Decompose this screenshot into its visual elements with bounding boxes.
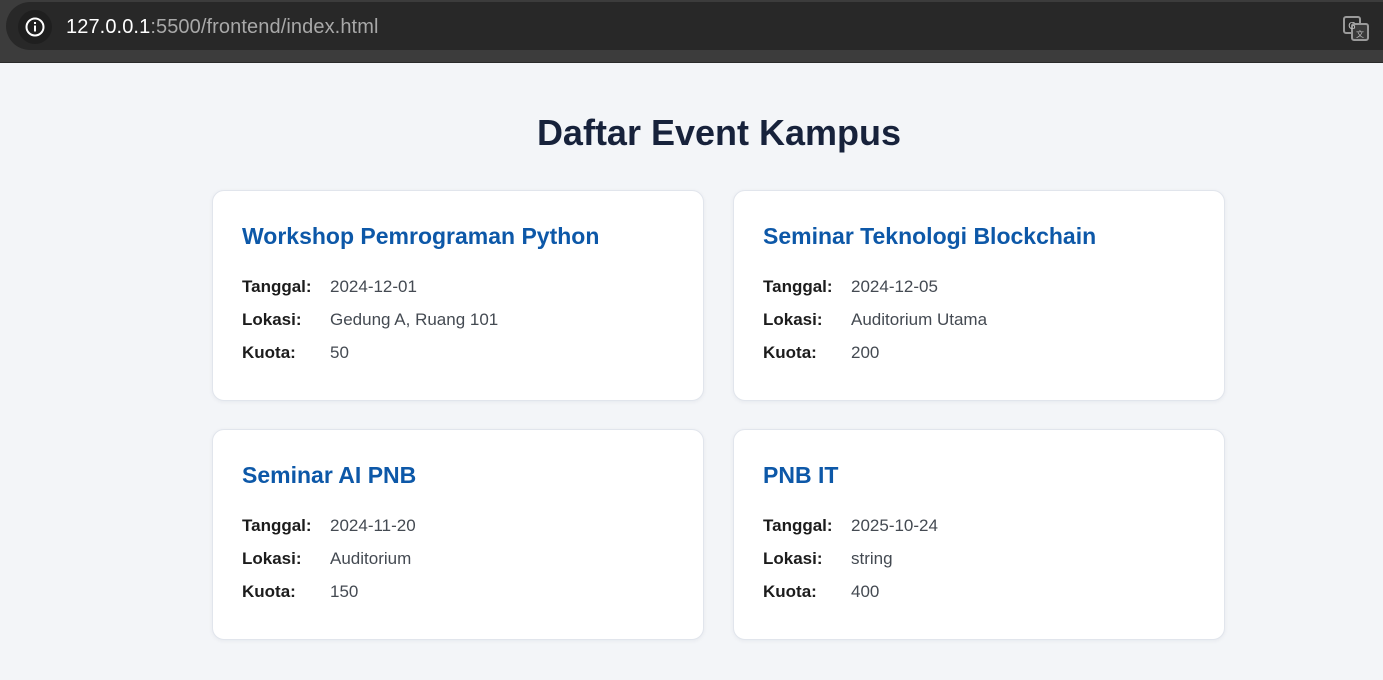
event-date-row: Tanggal: 2024-12-01 — [242, 270, 674, 303]
quota-value: 150 — [330, 581, 359, 601]
event-location-row: Lokasi: Auditorium Utama — [763, 303, 1195, 336]
quota-value: 400 — [851, 581, 880, 601]
page-title: Daftar Event Kampus — [536, 112, 902, 153]
event-date-row: Tanggal: 2025-10-24 — [763, 509, 1195, 542]
event-title: Seminar Teknologi Blockchain — [763, 223, 1097, 249]
location-label: Lokasi: — [763, 548, 823, 568]
event-grid: Workshop Pemrograman Python Tanggal: 202… — [212, 190, 1225, 640]
quota-label: Kuota: — [763, 581, 817, 601]
event-card: Seminar Teknologi Blockchain Tanggal: 20… — [733, 190, 1225, 401]
event-quota-row: Kuota: 400 — [763, 575, 1195, 608]
date-value: 2024-12-01 — [330, 276, 417, 296]
location-value: Auditorium Utama — [851, 309, 988, 329]
toolbar-divider — [0, 50, 1383, 63]
event-quota-row: Kuota: 150 — [242, 575, 674, 608]
date-value: 2024-11-20 — [330, 515, 416, 535]
location-value: string — [851, 548, 893, 568]
translate-icon[interactable]: G 文 — [1342, 14, 1370, 42]
event-location-row: Lokasi: Gedung A, Ruang 101 — [242, 303, 674, 336]
info-icon[interactable] — [18, 10, 52, 44]
event-title: PNB IT — [763, 462, 839, 488]
location-label: Lokasi: — [242, 309, 302, 329]
date-label: Tanggal: — [763, 276, 833, 296]
location-label: Lokasi: — [242, 548, 302, 568]
location-value: Auditorium — [330, 548, 412, 568]
event-title: Workshop Pemrograman Python — [242, 223, 600, 249]
svg-text:G: G — [1348, 21, 1356, 32]
event-date-row: Tanggal: 2024-12-05 — [763, 270, 1195, 303]
event-location-row: Lokasi: Auditorium — [242, 542, 674, 575]
event-quota-row: Kuota: 50 — [242, 336, 674, 369]
quota-label: Kuota: — [242, 342, 296, 362]
event-location-row: Lokasi: string — [763, 542, 1195, 575]
location-label: Lokasi: — [763, 309, 823, 329]
event-card: PNB IT Tanggal: 2025-10-24 Lokasi: strin… — [733, 429, 1225, 640]
quota-value: 50 — [330, 342, 349, 362]
event-date-row: Tanggal: 2024-11-20 — [242, 509, 674, 542]
url-host: 127.0.0.1 — [66, 16, 151, 38]
url-text[interactable]: 127.0.0.1:5500/frontend/index.html — [66, 15, 379, 39]
quota-value: 200 — [851, 342, 880, 362]
url-path: :5500/frontend/index.html — [150, 16, 379, 38]
date-value: 2025-10-24 — [851, 515, 938, 535]
event-card: Seminar AI PNB Tanggal: 2024-11-20 Lokas… — [212, 429, 704, 640]
event-quota-row: Kuota: 200 — [763, 336, 1195, 369]
svg-text:文: 文 — [1356, 29, 1364, 39]
date-label: Tanggal: — [763, 515, 833, 535]
location-value: Gedung A, Ruang 101 — [330, 309, 499, 329]
date-label: Tanggal: — [242, 515, 312, 535]
quota-label: Kuota: — [763, 342, 817, 362]
quota-label: Kuota: — [242, 581, 296, 601]
date-value: 2024-12-05 — [851, 276, 938, 296]
browser-toolbar: 127.0.0.1:5500/frontend/index.html G 文 — [0, 0, 1383, 63]
address-bar[interactable]: 127.0.0.1:5500/frontend/index.html G 文 — [6, 2, 1383, 50]
event-card: Workshop Pemrograman Python Tanggal: 202… — [212, 190, 704, 401]
event-title: Seminar AI PNB — [242, 462, 417, 488]
date-label: Tanggal: — [242, 276, 312, 296]
